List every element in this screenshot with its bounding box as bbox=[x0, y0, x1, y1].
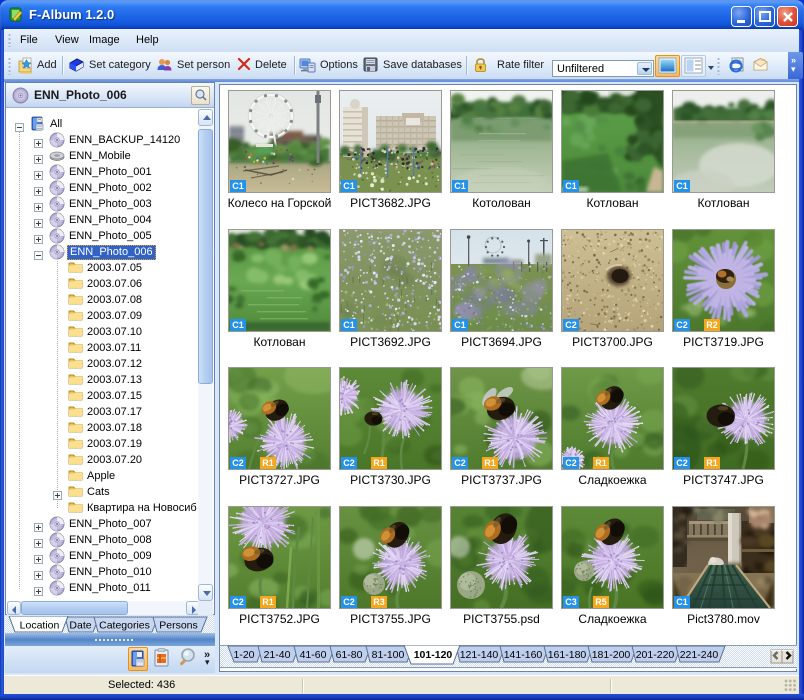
svg-text:21-40: 21-40 bbox=[264, 649, 291, 661]
svg-text:Date: Date bbox=[69, 620, 91, 632]
svg-text:121-140: 121-140 bbox=[460, 649, 499, 661]
svg-text:81-100: 81-100 bbox=[372, 649, 405, 661]
svg-text:Persons: Persons bbox=[159, 620, 198, 632]
svg-text:141-160: 141-160 bbox=[504, 649, 543, 661]
svg-text:181-200: 181-200 bbox=[592, 649, 631, 661]
svg-text:221-240: 221-240 bbox=[680, 649, 719, 661]
svg-text:101-120: 101-120 bbox=[414, 649, 453, 661]
svg-text:Categories: Categories bbox=[99, 620, 150, 632]
svg-text:201-220: 201-220 bbox=[636, 649, 675, 661]
svg-text:41-60: 41-60 bbox=[300, 649, 327, 661]
svg-text:161-180: 161-180 bbox=[548, 649, 587, 661]
svg-text:1-20: 1-20 bbox=[233, 649, 254, 661]
svg-text:Location: Location bbox=[20, 620, 60, 632]
svg-text:61-80: 61-80 bbox=[336, 649, 363, 661]
